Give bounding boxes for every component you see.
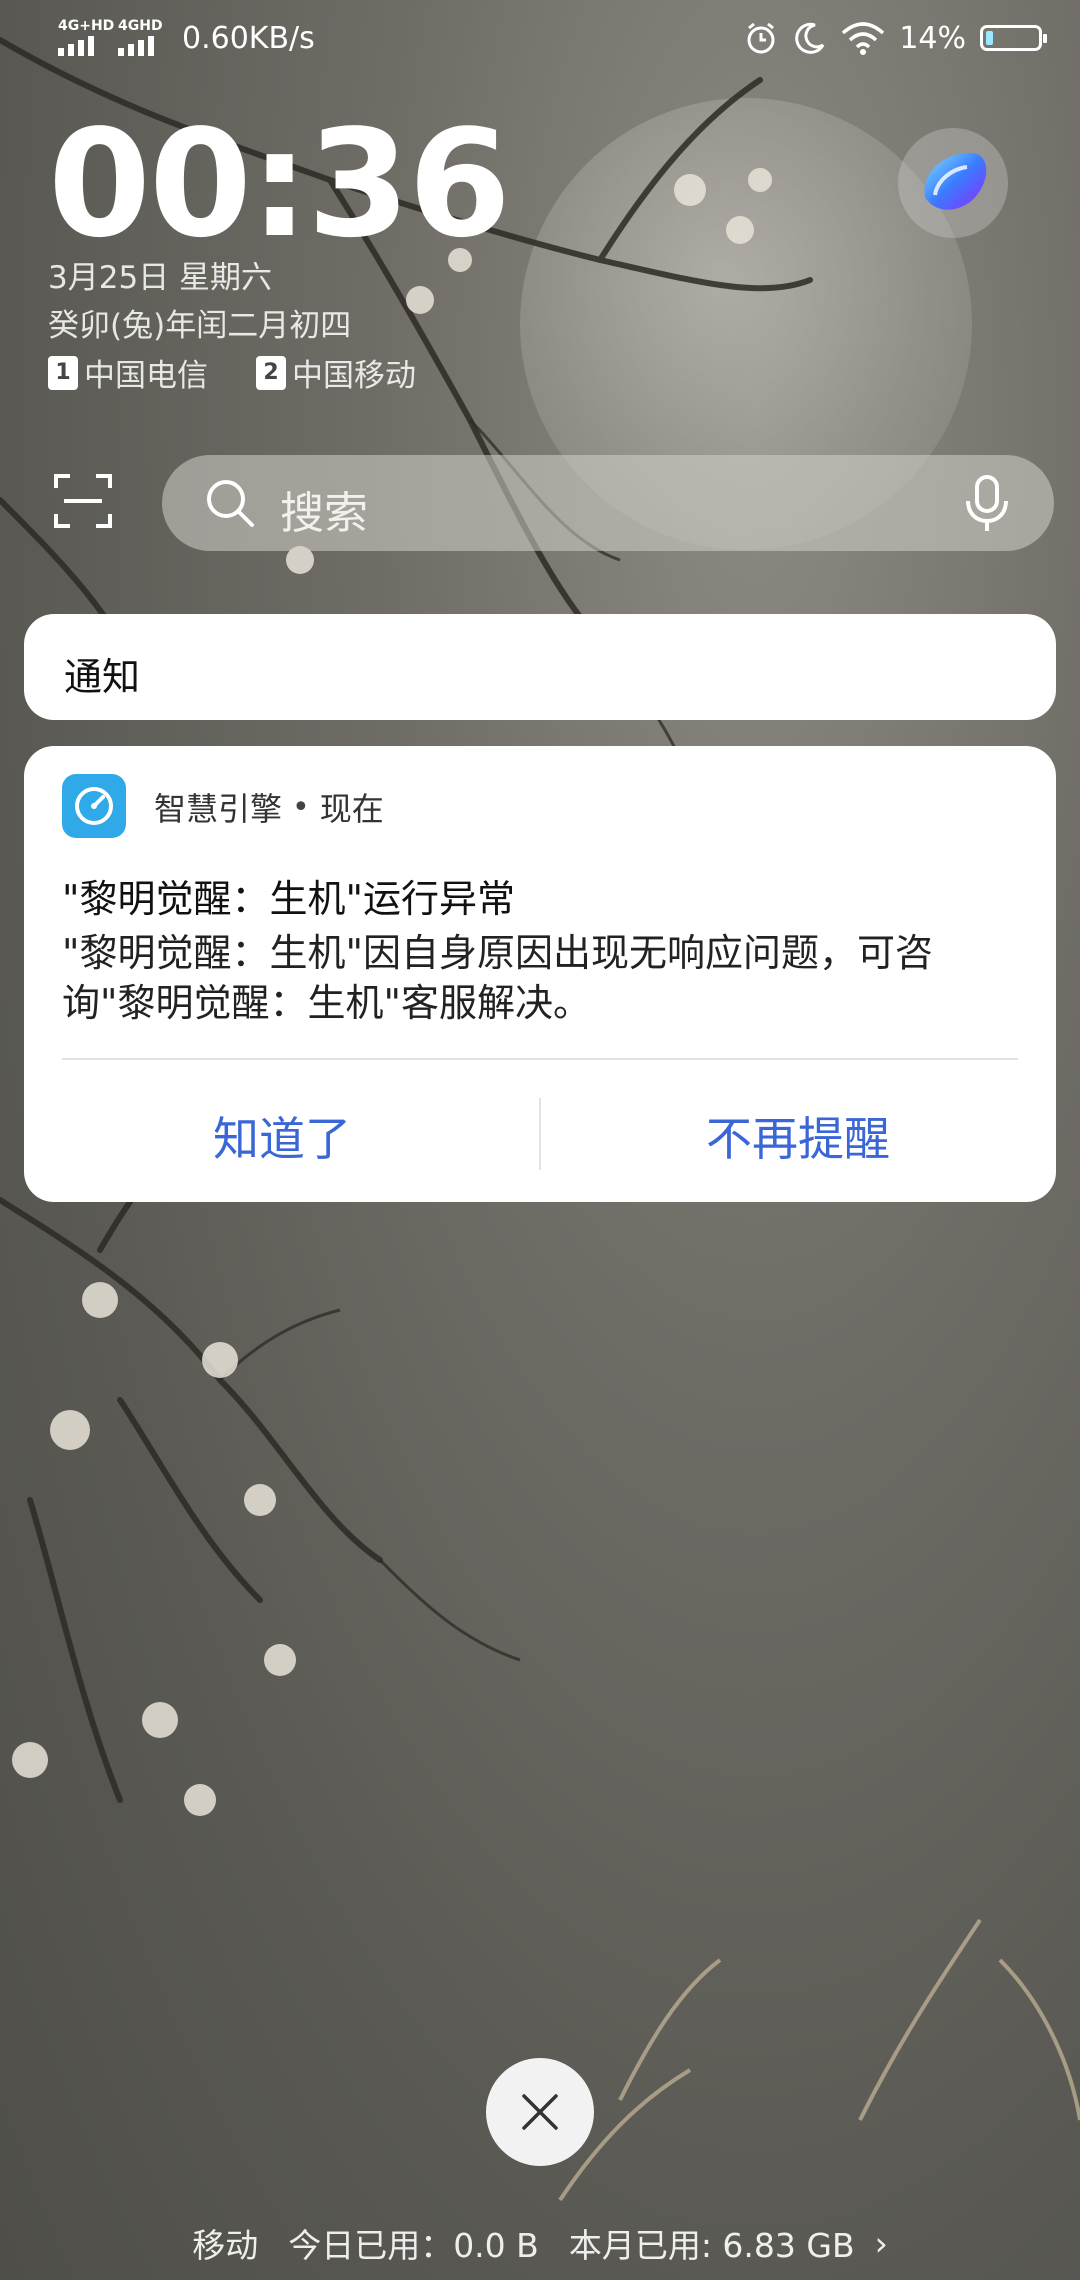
battery-percent: 14% — [899, 20, 966, 56]
usage-carrier: 移动 — [192, 2226, 259, 2265]
sim2-carrier-label: 中国移动 — [292, 358, 416, 394]
battery-icon — [980, 25, 1047, 51]
notification-divider — [62, 1058, 1018, 1060]
assistant-orb-icon — [924, 152, 987, 210]
app-icon — [62, 774, 126, 838]
sim1-carrier: 1 中国电信 — [48, 350, 208, 395]
assistant-orb-button[interactable] — [898, 128, 1008, 238]
status-bar-left: 4G+HD 4GHD 0.60KB/s — [56, 18, 315, 58]
usage-month: 本月已用: 6.83 GB — [568, 2226, 855, 2265]
notification-title: "黎明觉醒：生机"运行异常 — [62, 877, 515, 921]
sim2-carrier: 2 中国移动 — [256, 350, 416, 395]
acknowledge-button[interactable]: 知道了 — [24, 1096, 540, 1176]
scan-button[interactable] — [52, 470, 114, 532]
notification-card[interactable]: 智慧引擎 • 现在 "黎明觉醒：生机"运行异常 "黎明觉醒：生机"因自身原因出现… — [24, 746, 1056, 1202]
data-usage-bar[interactable]: 移动 今日已用：0.0 B 本月已用: 6.83 GB › — [0, 2216, 1080, 2270]
notification-time: 现在 — [319, 790, 384, 828]
dont-remind-button[interactable]: 不再提醒 — [540, 1096, 1056, 1176]
microphone-icon[interactable] — [962, 475, 1012, 533]
sim2-network-label: 4GHD — [118, 18, 163, 34]
usage-today: 今日已用：0.0 B — [288, 2226, 539, 2265]
search-placeholder: 搜索 — [280, 488, 368, 539]
sim1-carrier-label: 中国电信 — [84, 358, 208, 394]
notification-meta: 智慧引擎 • 现在 — [154, 784, 384, 830]
notifications-header-label: 通知 — [64, 655, 141, 699]
scan-icon — [54, 474, 112, 528]
sim2-badge: 2 — [256, 355, 286, 390]
moon-icon — [795, 22, 825, 54]
battery-fill — [986, 31, 993, 45]
speedometer-icon — [75, 787, 113, 825]
lunar-date-label: 癸卯(兔)年闰二月初四 — [48, 308, 352, 344]
sim1-signal-icon: 4G+HD — [56, 18, 114, 58]
notifications-header[interactable]: 通知 — [24, 614, 1056, 720]
search-bar[interactable]: 搜索 — [162, 455, 1054, 551]
chevron-right-icon: › — [874, 2223, 888, 2263]
clock-time: 00:36 — [48, 98, 511, 270]
wifi-icon — [842, 22, 885, 55]
date-label: 3月25日 星期六 — [48, 260, 273, 296]
sim1-network-label: 4G+HD — [58, 18, 115, 34]
sim2-signal-icon: 4GHD — [116, 18, 166, 58]
close-icon — [522, 2094, 558, 2130]
status-bar: 4G+HD 4GHD 0.60KB/s 14% — [0, 0, 1080, 84]
sim1-badge: 1 — [48, 355, 78, 390]
status-bar-right: 14% — [743, 20, 1047, 56]
meta-separator: • — [292, 789, 310, 825]
alarm-icon — [747, 22, 775, 54]
network-speed: 0.60KB/s — [182, 20, 315, 56]
app-name: 智慧引擎 — [154, 790, 283, 828]
notification-body: "黎明觉醒：生机"因自身原因出现无响应问题，可咨询"黎明觉醒：生机"客服解决。 — [62, 931, 933, 1025]
search-icon — [207, 480, 254, 527]
clear-notifications-button[interactable] — [486, 2058, 594, 2166]
sim-carriers: 1 中国电信 2 中国移动 — [48, 350, 416, 395]
